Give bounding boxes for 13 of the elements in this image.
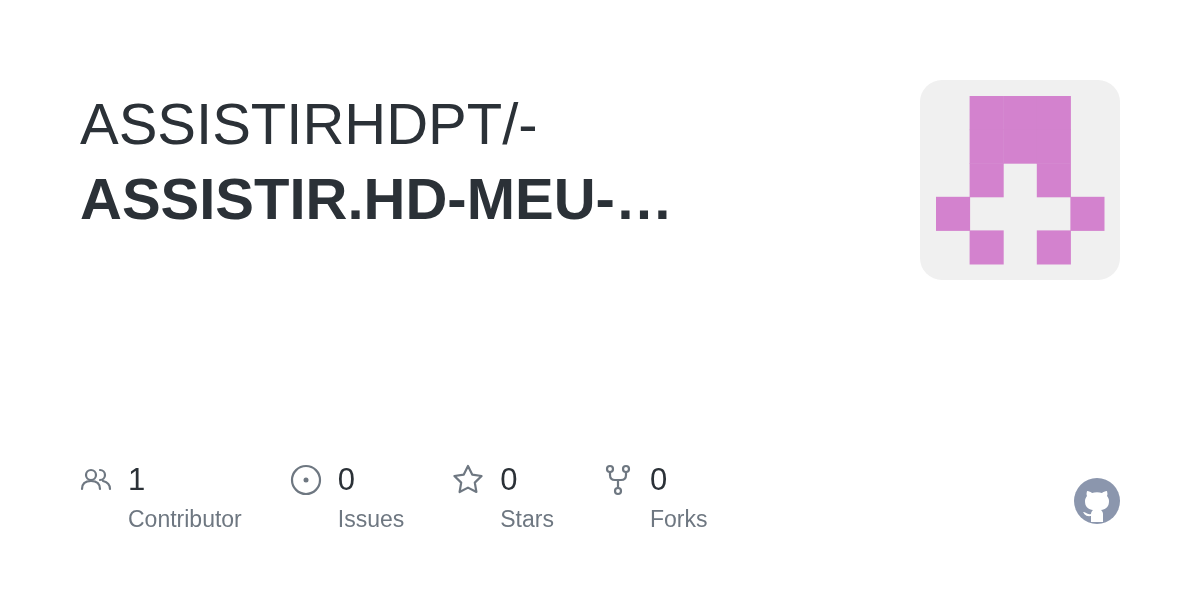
repo-name: ASSISTIR.HD-MEU-… (80, 166, 673, 231)
issue-icon (289, 464, 322, 496)
repo-owner: ASSISTIRHDPT/- (80, 91, 538, 156)
stat-count: 0 (500, 462, 518, 498)
stat-label: Issues (337, 505, 405, 534)
stat-label: Contributor (128, 505, 242, 534)
stat-count: 0 (337, 462, 356, 498)
stat-label: Stars (500, 505, 554, 534)
stat-count: 0 (649, 462, 668, 498)
logo-icon (1074, 478, 1120, 524)
stat-count: 1 (128, 462, 146, 498)
stat-label: Forks (649, 505, 708, 534)
star-icon (452, 464, 485, 496)
